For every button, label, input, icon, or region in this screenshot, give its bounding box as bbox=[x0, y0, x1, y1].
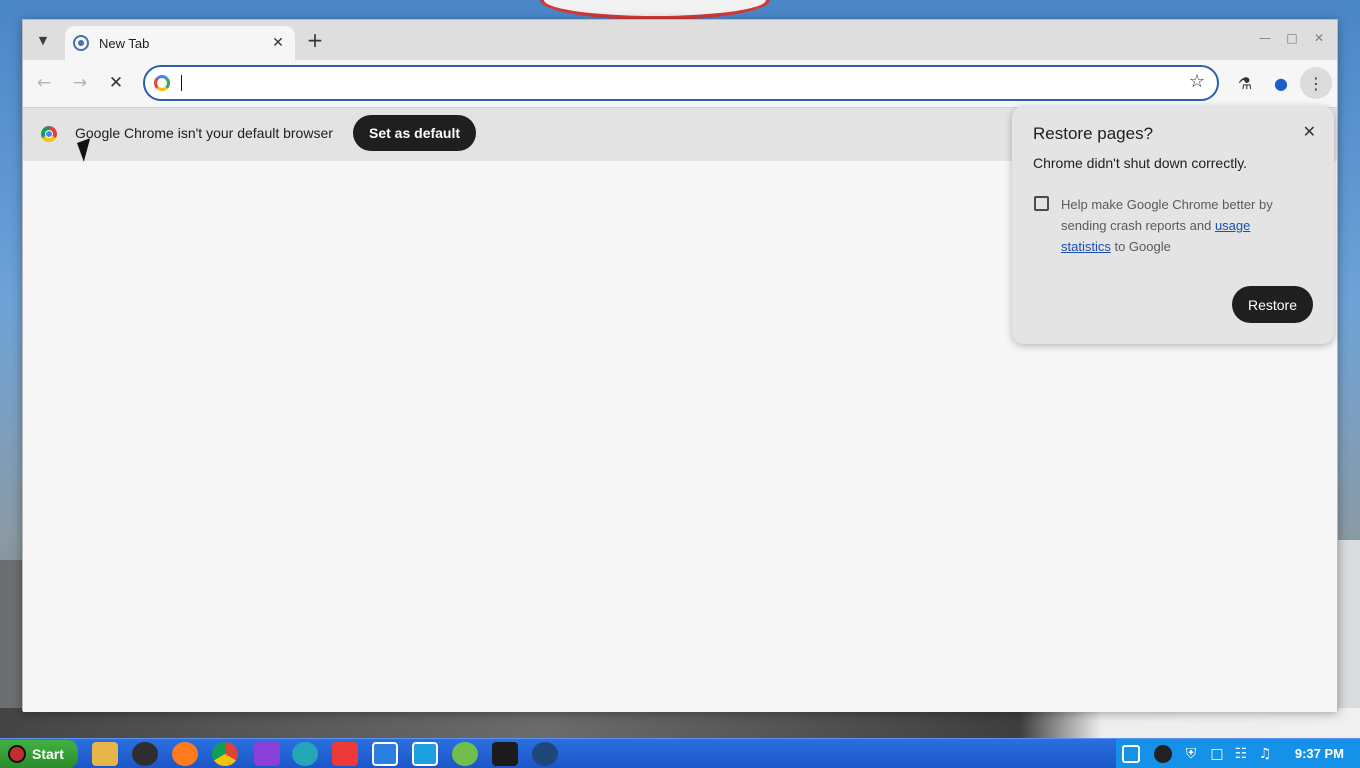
tab-new-tab[interactable]: New Tab ✕ bbox=[65, 26, 295, 60]
system-tray: ⛨ □ ☷ ♫ 9:37 PM bbox=[1116, 739, 1360, 768]
bookmark-star-icon[interactable]: ☆ bbox=[1189, 71, 1205, 92]
stop-loading-button[interactable]: ✕ bbox=[103, 70, 129, 96]
arrow-right-icon: → bbox=[72, 73, 88, 93]
restore-button[interactable]: Restore bbox=[1231, 286, 1313, 323]
crash-report-label: Help make Google Chrome better by sendin… bbox=[1061, 194, 1301, 257]
arrow-left-icon: ← bbox=[36, 73, 52, 93]
start-button[interactable]: Start bbox=[0, 740, 78, 768]
desktop-wallpaper-sign bbox=[540, 0, 770, 20]
crash-report-checkbox[interactable] bbox=[1034, 196, 1049, 211]
desktop-wallpaper-bottom bbox=[0, 708, 1360, 738]
chrome-logo-icon bbox=[41, 126, 57, 142]
help-text-suffix: to Google bbox=[1110, 239, 1171, 254]
files-icon[interactable] bbox=[92, 742, 118, 766]
terminal-icon[interactable] bbox=[492, 742, 518, 766]
chrome-favicon-icon bbox=[73, 35, 89, 51]
tab-title: New Tab bbox=[99, 35, 150, 51]
start-logo-icon bbox=[8, 745, 26, 763]
vivaldi-icon[interactable] bbox=[332, 742, 358, 766]
chrome-icon[interactable] bbox=[212, 742, 238, 766]
close-icon: ✕ bbox=[108, 73, 124, 93]
firefox-icon[interactable] bbox=[172, 742, 198, 766]
tab-search-button[interactable]: ▼ bbox=[31, 28, 55, 52]
steam-icon[interactable] bbox=[532, 742, 558, 766]
volume-icon[interactable]: ♫ bbox=[1256, 745, 1274, 763]
tab-strip: ▼ New Tab ✕ + — □ ✕ bbox=[23, 20, 1337, 60]
close-window-button[interactable]: ✕ bbox=[1311, 30, 1327, 46]
start-label: Start bbox=[32, 746, 64, 762]
chevron-down-icon: ▼ bbox=[38, 33, 48, 47]
obs-tray-icon[interactable] bbox=[1154, 745, 1172, 763]
browser-window: ▼ New Tab ✕ + — □ ✕ ← → ✕ ☆ ⚗ ● ⋮ Google… bbox=[22, 19, 1338, 712]
fastcopy-icon[interactable] bbox=[372, 742, 398, 766]
maximize-button[interactable]: □ bbox=[1284, 30, 1300, 46]
system-monitor-icon[interactable] bbox=[412, 742, 438, 766]
back-button[interactable]: ← bbox=[31, 70, 57, 96]
kebab-menu-icon: ⋮ bbox=[1308, 73, 1324, 93]
google-logo-icon bbox=[154, 75, 170, 91]
taskbar-clock[interactable]: 9:37 PM bbox=[1295, 746, 1344, 761]
new-tab-button[interactable]: + bbox=[303, 28, 327, 52]
network-icon[interactable]: ☷ bbox=[1232, 745, 1250, 763]
close-icon[interactable]: ✕ bbox=[1303, 122, 1316, 142]
calculator-icon[interactable] bbox=[452, 742, 478, 766]
close-tab-icon[interactable]: ✕ bbox=[269, 34, 287, 52]
labs-flask-icon[interactable]: ⚗ bbox=[1232, 70, 1258, 96]
dialog-message: Chrome didn't shut down correctly. bbox=[1033, 155, 1248, 171]
forward-button[interactable]: → bbox=[67, 70, 93, 96]
brave-icon[interactable] bbox=[254, 742, 280, 766]
dialog-title: Restore pages? bbox=[1033, 124, 1154, 143]
shield-icon[interactable]: ⛨ bbox=[1182, 745, 1200, 763]
obs-studio-icon[interactable] bbox=[132, 742, 158, 766]
address-input[interactable] bbox=[183, 71, 1143, 95]
clipboard-icon[interactable]: □ bbox=[1208, 745, 1226, 763]
taskbar: Start ⛨ □ ☷ ♫ 9:37 PM bbox=[0, 738, 1360, 768]
toolbar: ← → ✕ ☆ ⚗ ● ⋮ bbox=[23, 60, 1337, 106]
set-default-button[interactable]: Set as default bbox=[353, 115, 477, 151]
infobar-message: Google Chrome isn't your default browser bbox=[75, 125, 333, 141]
restore-pages-dialog: Restore pages? ✕ Chrome didn't shut down… bbox=[1012, 106, 1334, 344]
minimize-button[interactable]: — bbox=[1257, 30, 1273, 46]
profile-icon[interactable]: ● bbox=[1268, 70, 1294, 96]
edge-dev-icon[interactable] bbox=[292, 742, 318, 766]
fastcopy-tray-icon[interactable] bbox=[1122, 745, 1140, 763]
address-bar[interactable]: ☆ bbox=[143, 65, 1219, 101]
chrome-menu-button[interactable]: ⋮ bbox=[1300, 67, 1332, 99]
text-caret bbox=[181, 75, 182, 91]
